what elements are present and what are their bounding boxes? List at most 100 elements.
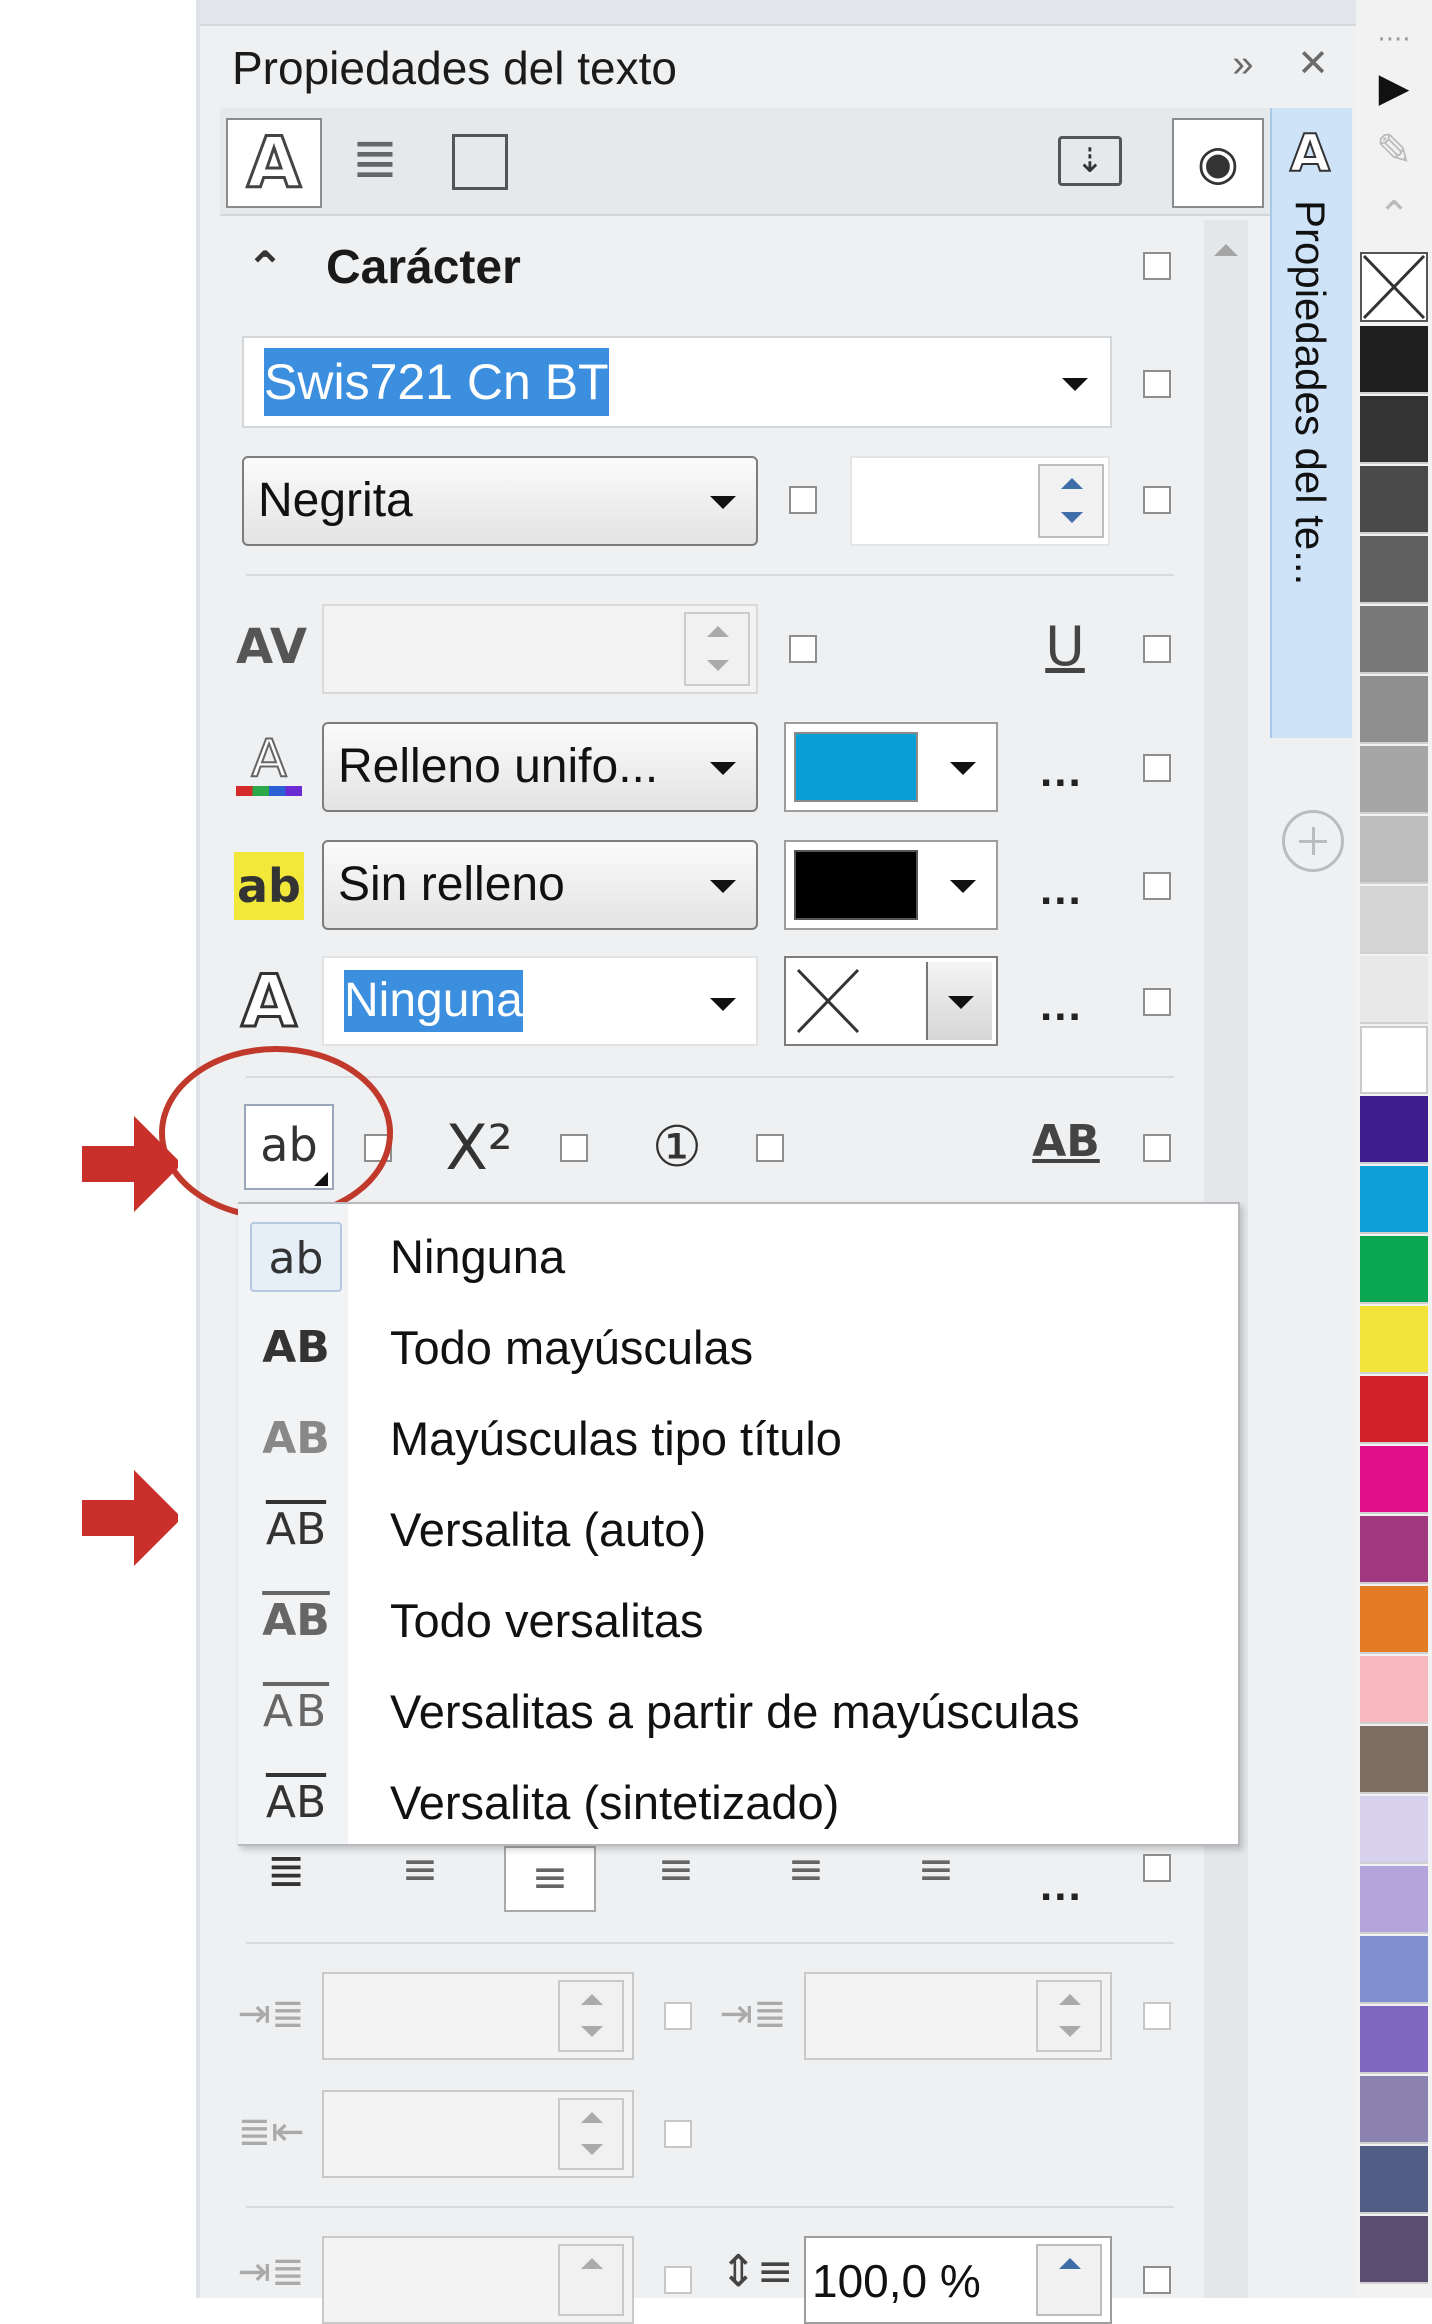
kerning-field[interactable] [322, 604, 758, 694]
palette-swatch[interactable] [1360, 1306, 1428, 1374]
dropdown-arrow-icon[interactable] [950, 762, 976, 775]
right-indent-spinner[interactable] [558, 2098, 624, 2170]
palette-swatch[interactable] [1360, 1656, 1428, 1724]
align-none-icon[interactable]: ≣ [256, 1840, 316, 1900]
palette-swatch[interactable] [1360, 1796, 1428, 1864]
close-icon[interactable]: ✕ [1288, 36, 1338, 92]
paragraph-tab-icon[interactable]: ≣ [340, 124, 410, 194]
palette-swatch[interactable] [1360, 326, 1428, 394]
section-checkbox[interactable] [1143, 252, 1171, 280]
space-before-checkbox[interactable] [664, 2266, 692, 2294]
outline-more-button[interactable]: ... [1040, 984, 1083, 1028]
palette-swatch[interactable] [1360, 2216, 1428, 2284]
alignment-more-button[interactable]: ... [1040, 1864, 1083, 1908]
alignment-checkbox[interactable] [1143, 1854, 1171, 1882]
palette-swatch[interactable] [1360, 1446, 1428, 1514]
left-indent-field[interactable] [322, 1972, 634, 2060]
background-checkbox[interactable] [1143, 872, 1171, 900]
palette-swatch[interactable] [1360, 2146, 1428, 2214]
palette-swatch[interactable] [1360, 1236, 1428, 1304]
palette-swatch[interactable] [1360, 1166, 1428, 1234]
left-indent-checkbox[interactable] [664, 2002, 692, 2030]
dropdown-arrow-icon[interactable] [710, 496, 736, 509]
spacing-checkbox[interactable] [1143, 1134, 1171, 1162]
font-size-field[interactable] [850, 456, 1110, 546]
underline-checkbox[interactable] [1143, 635, 1171, 663]
menu-item[interactable]: AB Todo versalitas [246, 1582, 1232, 1662]
fill-type-select[interactable]: Relleno unifo... [322, 722, 758, 812]
menu-item[interactable]: AB Todo mayúsculas [246, 1309, 1232, 1389]
palette-scroll-up-icon[interactable]: ⌃ [1364, 188, 1424, 244]
spin-down-icon[interactable] [1061, 512, 1083, 523]
palette-swatch[interactable] [1360, 1586, 1428, 1654]
outline-color-dropdown[interactable] [926, 962, 992, 1040]
palette-swatch[interactable] [1360, 396, 1428, 464]
menu-item[interactable]: AB Versalita (auto) [246, 1491, 1232, 1571]
right-indent-field[interactable] [322, 2090, 634, 2178]
left-indent-spinner[interactable] [558, 1980, 624, 2052]
dropdown-arrow-icon[interactable] [1062, 378, 1088, 391]
first-line-indent-spinner[interactable] [1036, 1980, 1102, 2052]
frame-tab-icon[interactable] [452, 134, 508, 190]
fill-more-button[interactable]: ... [1040, 750, 1083, 794]
first-line-indent-field[interactable] [804, 1972, 1112, 2060]
spin-up-icon[interactable] [581, 2258, 603, 2269]
palette-swatch[interactable] [1360, 1096, 1428, 1164]
kerning-spinner[interactable] [684, 612, 750, 686]
palette-swatch[interactable] [1360, 2006, 1428, 2074]
line-spacing-field[interactable]: 100,0 % [804, 2236, 1112, 2324]
first-line-indent-checkbox[interactable] [1143, 2002, 1171, 2030]
expand-icon[interactable]: » [1218, 36, 1268, 92]
import-icon[interactable]: ⇣ [1058, 136, 1122, 186]
outline-checkbox[interactable] [1143, 988, 1171, 1016]
menu-item[interactable]: ab Ninguna [246, 1218, 1232, 1298]
palette-swatch[interactable] [1360, 466, 1428, 534]
palette-swatch[interactable] [1360, 1026, 1428, 1094]
spin-up-icon[interactable] [581, 1994, 603, 2005]
plus-circle-icon[interactable] [1282, 810, 1344, 872]
superscript-icon[interactable]: X² [444, 1106, 514, 1190]
spin-down-icon[interactable] [581, 2144, 603, 2155]
position-checkbox[interactable] [560, 1134, 588, 1162]
spin-up-icon[interactable] [1061, 478, 1083, 489]
menu-item[interactable]: AB Versalitas a partir de mayúsculas [246, 1673, 1232, 1753]
palette-swatch[interactable] [1360, 746, 1428, 814]
palette-swatch[interactable] [1360, 956, 1428, 1024]
palette-swatch[interactable] [1360, 1516, 1428, 1584]
number-style-checkbox[interactable] [756, 1134, 784, 1162]
palette-swatch[interactable] [1360, 1726, 1428, 1794]
palette-swatch[interactable] [1360, 606, 1428, 674]
font-style-select[interactable]: Negrita [242, 456, 758, 546]
space-before-spinner[interactable] [558, 2244, 624, 2316]
spin-down-icon[interactable] [581, 2026, 603, 2037]
background-fill-select[interactable]: Sin relleno [322, 840, 758, 930]
palette-flyout-arrow-icon[interactable]: ▶ [1364, 60, 1424, 116]
character-tab-button[interactable]: A [226, 118, 322, 208]
kerning-checkbox[interactable] [789, 635, 817, 663]
palette-swatch[interactable] [1360, 1866, 1428, 1934]
palette-swatch[interactable] [1360, 1376, 1428, 1444]
spin-down-icon[interactable] [707, 660, 729, 671]
collapse-chevrons-icon[interactable]: ⌃ [240, 240, 290, 296]
palette-swatch[interactable] [1360, 676, 1428, 744]
spin-down-icon[interactable] [1059, 2026, 1081, 2037]
font-name-combo[interactable]: Swis721 Cn BT [242, 336, 1112, 428]
palette-swatch[interactable] [1360, 886, 1428, 954]
dropdown-arrow-icon[interactable] [710, 762, 736, 775]
background-more-button[interactable]: ... [1040, 868, 1083, 912]
palette-grip-icon[interactable]: ···· [1364, 27, 1424, 53]
background-color-picker[interactable] [784, 840, 998, 930]
fill-checkbox[interactable] [1143, 754, 1171, 782]
dropdown-arrow-icon[interactable] [950, 880, 976, 893]
line-spacing-checkbox[interactable] [1143, 2266, 1171, 2294]
font-size-spinner[interactable] [1038, 464, 1104, 538]
space-before-field[interactable] [322, 2236, 634, 2324]
outline-select[interactable]: Ninguna [322, 956, 758, 1046]
menu-item[interactable]: AB Versalita (sintetizado) [246, 1764, 1232, 1844]
palette-swatch[interactable] [1360, 816, 1428, 884]
spin-up-icon[interactable] [1059, 2258, 1081, 2269]
character-spacing-icon[interactable]: AB [1028, 1110, 1104, 1174]
spin-up-icon[interactable] [707, 626, 729, 637]
fill-color-picker[interactable] [784, 722, 998, 812]
align-force-justify-icon[interactable]: ≡ [906, 1840, 966, 1900]
